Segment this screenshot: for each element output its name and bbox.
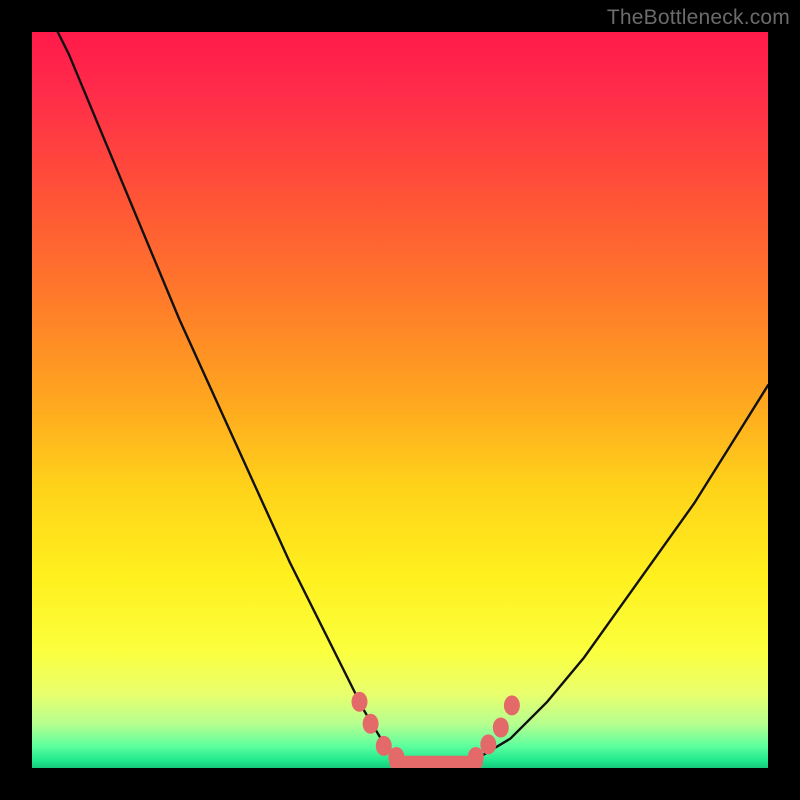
marker-dot: [388, 747, 404, 767]
plot-area: [32, 32, 768, 768]
marker-dot: [493, 718, 509, 738]
markers-left: [352, 692, 405, 767]
marker-dot: [363, 714, 379, 734]
marker-dot: [480, 734, 496, 754]
chart-frame: TheBottleneck.com: [0, 0, 800, 800]
marker-dot: [504, 695, 520, 715]
bottleneck-curve-path: [32, 32, 768, 768]
bottleneck-curve-svg: [32, 32, 768, 768]
watermark-text: TheBottleneck.com: [607, 6, 790, 30]
marker-dot: [352, 692, 368, 712]
marker-dot: [468, 747, 484, 767]
markers-right: [468, 695, 520, 767]
